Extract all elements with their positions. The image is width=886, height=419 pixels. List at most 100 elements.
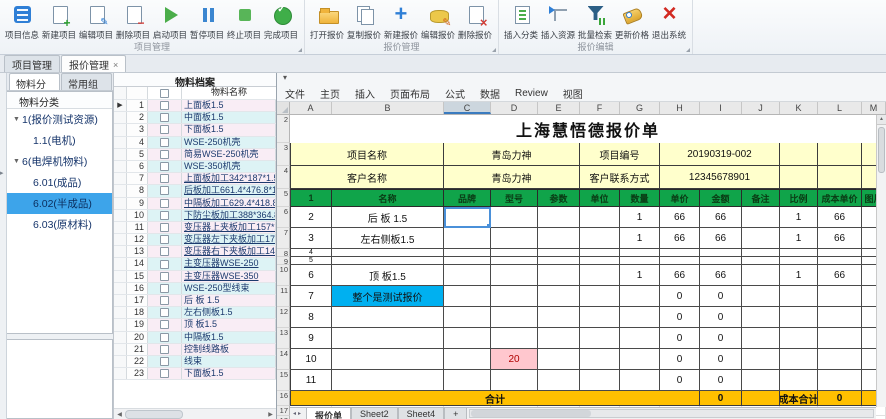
tree-item[interactable]: ▼ 6(电焊机物料): [7, 151, 112, 172]
row-checkbox[interactable]: [148, 112, 182, 124]
sheet-cell[interactable]: [580, 207, 620, 228]
quote-column-header[interactable]: 比例: [780, 189, 818, 207]
row-checkbox[interactable]: [148, 197, 182, 209]
row-checkbox[interactable]: [148, 295, 182, 307]
sheet-cell[interactable]: 3: [290, 228, 332, 249]
sheet-cell[interactable]: 10: [290, 349, 332, 370]
sheet-cell[interactable]: [538, 207, 580, 228]
sheet-cell[interactable]: 1: [780, 265, 818, 286]
sheet-cell[interactable]: [818, 307, 862, 328]
sheet-cell[interactable]: 0: [660, 349, 700, 370]
sheet-cell[interactable]: [780, 286, 818, 307]
sheet-cell[interactable]: [620, 349, 660, 370]
row-checkbox[interactable]: [148, 307, 182, 319]
sheet-cell[interactable]: [580, 265, 620, 286]
sheet-cell[interactable]: [444, 228, 491, 249]
quote-column-header[interactable]: 备注: [742, 189, 780, 207]
material-row[interactable]: 7 上面板加工342*187*1.5: [114, 173, 276, 186]
menu-page-layout[interactable]: 页面布局: [390, 86, 430, 101]
row-header[interactable]: 8: [277, 249, 290, 257]
sheet-cell[interactable]: 11: [290, 370, 332, 391]
sheet-cell[interactable]: [742, 265, 780, 286]
sheet-hscroll-thumb[interactable]: [471, 410, 592, 417]
sheet-cell[interactable]: 66: [818, 228, 862, 249]
sheet-tab-sheet4[interactable]: Sheet4: [397, 408, 445, 419]
row-header[interactable]: 2: [277, 115, 290, 143]
material-row[interactable]: 23 下面板1.5: [114, 368, 276, 381]
quote-column-header[interactable]: 名称: [332, 189, 444, 207]
sheet-cell[interactable]: [444, 249, 491, 257]
row-checkbox[interactable]: [148, 282, 182, 294]
total-empty[interactable]: [742, 391, 780, 406]
sheet-cell[interactable]: [620, 307, 660, 328]
sheet-cell[interactable]: [444, 265, 491, 286]
sheet-cell[interactable]: [742, 249, 780, 257]
row-checkbox[interactable]: [148, 185, 182, 197]
expander-icon[interactable]: ▼: [13, 116, 22, 123]
row-header[interactable]: 11: [277, 286, 290, 307]
expander-icon[interactable]: ▼: [13, 158, 22, 165]
sheet-cell[interactable]: [742, 349, 780, 370]
quote-column-header[interactable]: 品牌: [444, 189, 491, 207]
sheet-cell[interactable]: 0: [660, 370, 700, 391]
sheet-cell[interactable]: [491, 370, 538, 391]
sheet-cell[interactable]: [780, 349, 818, 370]
edit-quote-button[interactable]: 编辑报价: [420, 2, 457, 41]
sheet-cell[interactable]: 2: [290, 207, 332, 228]
sheet-cell[interactable]: [491, 265, 538, 286]
row-header[interactable]: 17: [277, 406, 290, 416]
materials-hscroll-thumb[interactable]: [125, 409, 183, 419]
row-header[interactable]: 5: [277, 189, 290, 207]
sheet-cell[interactable]: [620, 249, 660, 257]
materials-hscrollbar[interactable]: ◀ ▶: [114, 408, 276, 419]
insert-category-button[interactable]: 插入分类: [503, 2, 540, 41]
sheet-cell[interactable]: 1: [620, 228, 660, 249]
row-checkbox[interactable]: [148, 136, 182, 148]
sheet-cell[interactable]: [444, 328, 491, 349]
material-row[interactable]: 3 下面板1.5: [114, 124, 276, 137]
sheet-cell[interactable]: 0: [660, 328, 700, 349]
pause-project-button[interactable]: 暂停项目: [189, 2, 226, 41]
sheet-cell[interactable]: 66: [818, 265, 862, 286]
sheet-cell[interactable]: 1: [780, 228, 818, 249]
material-row[interactable]: 22 线束: [114, 355, 276, 369]
material-row[interactable]: 17 后 板 1.5: [114, 295, 276, 308]
project-info-button[interactable]: 项目信息: [4, 2, 41, 41]
sheet-cell[interactable]: 0: [660, 307, 700, 328]
new-project-button[interactable]: 新建项目: [41, 2, 78, 41]
sheet-cell[interactable]: [818, 249, 862, 257]
sheet-cell[interactable]: [332, 257, 444, 265]
sheet-cell[interactable]: [700, 257, 742, 265]
sheet-cell[interactable]: 0: [700, 286, 742, 307]
menu-view[interactable]: 视图: [563, 86, 583, 101]
row-header[interactable]: 16: [277, 391, 290, 406]
sheet-cell[interactable]: [780, 307, 818, 328]
column-header-D[interactable]: D: [491, 102, 538, 114]
material-row[interactable]: 15 主变压器WSE-350: [114, 270, 276, 283]
sheet-cell[interactable]: 7: [290, 286, 332, 307]
tab-material-category[interactable]: 物料分类: [9, 73, 60, 106]
row-header[interactable]: 6: [277, 207, 290, 228]
row-checkbox[interactable]: [148, 343, 182, 355]
sheet-cell[interactable]: [742, 286, 780, 307]
sheet-cell[interactable]: 4: [290, 249, 332, 257]
sheet-cell[interactable]: [491, 328, 538, 349]
sheet-cell[interactable]: 20: [491, 349, 538, 370]
quote-column-header[interactable]: 单价: [660, 189, 700, 207]
info-label[interactable]: 客户联系方式: [580, 166, 660, 189]
quote-column-header[interactable]: 金额: [700, 189, 742, 207]
group-dialog-launcher-icon[interactable]: [492, 48, 496, 52]
row-checkbox[interactable]: [148, 258, 182, 270]
sheet-cell[interactable]: [818, 286, 862, 307]
sheet-tab-sheet2[interactable]: Sheet2: [351, 408, 398, 419]
row-checkbox[interactable]: [148, 160, 182, 173]
active-cell[interactable]: [444, 207, 491, 228]
sheet-cell[interactable]: [580, 257, 620, 265]
info-empty[interactable]: [780, 166, 818, 189]
row-header[interactable]: 12: [277, 307, 290, 328]
material-row[interactable]: 10 下防尘板加工388*364.8*: [114, 209, 276, 222]
select-all-checkbox[interactable]: [148, 87, 182, 99]
sheet-cell[interactable]: 0: [700, 328, 742, 349]
sheet-cell[interactable]: 左右侧板1.5: [332, 228, 444, 249]
row-checkbox[interactable]: [148, 173, 182, 185]
